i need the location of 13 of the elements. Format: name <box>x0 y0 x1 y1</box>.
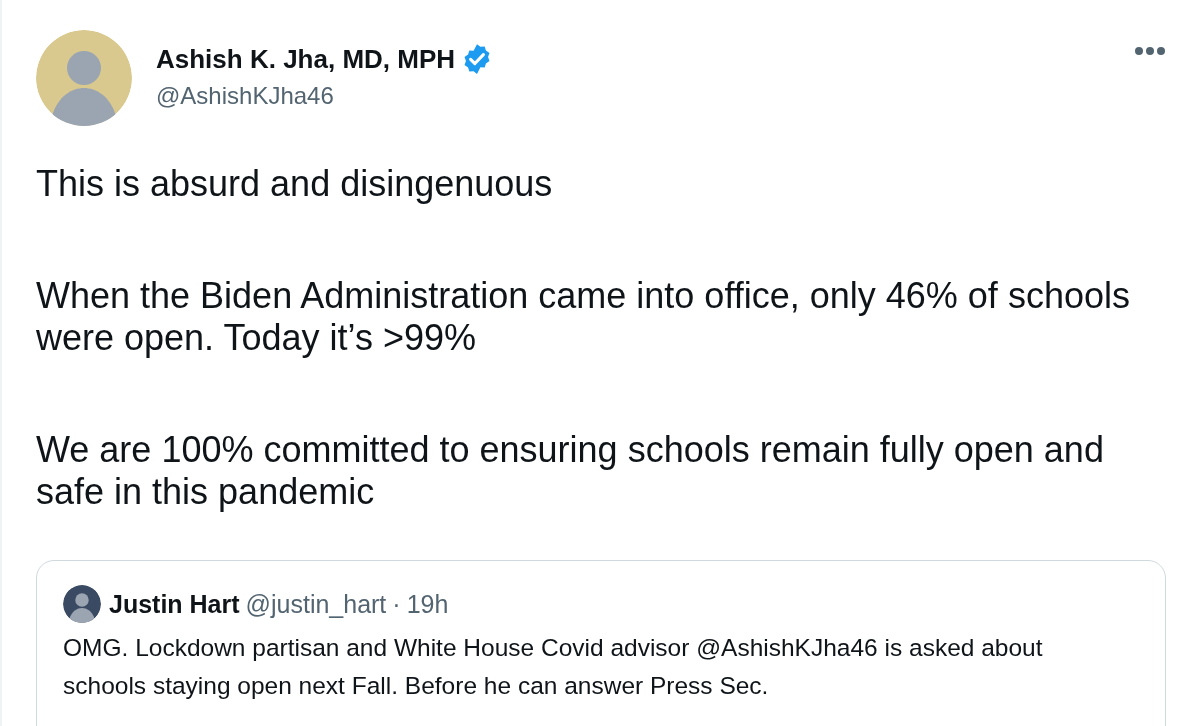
quoted-tweet-card[interactable]: Justin Hart @justin_hart · 19h OMG. Lockdown partisan and White House Covid advisor @AshishKJha46 is asked about schools staying open next Fall. Before he can answer Press Sec. <box>36 560 1166 726</box>
tweet-text: We are 100% committed to ensuring schools remain fully open and safe in this pandemic <box>36 429 1105 513</box>
quoted-tweet-text: OMG. Lockdown partisan and White House Covid advisor @AshishKJha46 is asked about schools staying open next Fall. Before he can answer Press Sec. <box>63 633 1044 701</box>
tweet-text: When the Biden Administration came into office, only 46% of schools were open. Today it’s >99% <box>36 275 1131 359</box>
avatar <box>63 585 101 623</box>
author-name[interactable]: Ashish K. Jha, MD, MPH <box>156 43 456 75</box>
author-handle[interactable]: @AshishKJha46 <box>156 82 495 110</box>
quoted-author-name: Justin Hart <box>109 589 240 619</box>
separator: · <box>392 589 401 619</box>
tweet-text: This is absurd and disingenuous <box>36 163 554 205</box>
timestamp: 19h <box>406 589 449 619</box>
more-icon[interactable] <box>1134 46 1166 56</box>
quoted-author-handle: @justin_hart <box>245 589 387 619</box>
